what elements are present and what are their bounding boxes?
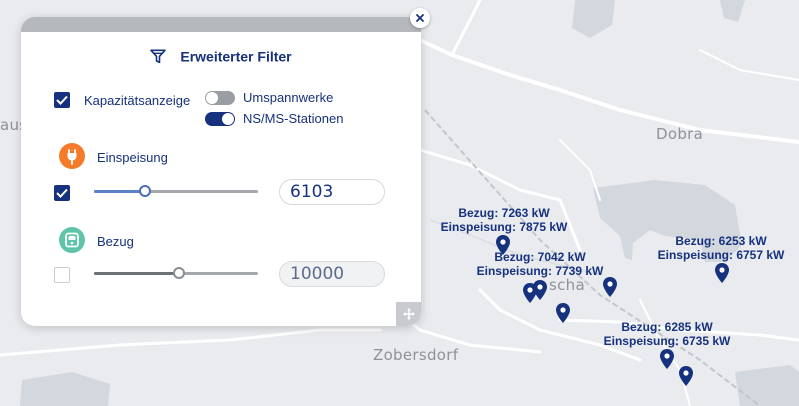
map-pin-icon[interactable] — [679, 366, 693, 386]
callout-einspeisung: Einspeisung: 7739 kW — [476, 264, 604, 278]
slider-thumb[interactable] — [138, 185, 151, 197]
panel-drag-bar[interactable] — [21, 17, 421, 32]
filter-icon — [150, 49, 167, 64]
kapazitaet-label: Kapazitätsanzeige — [84, 93, 191, 108]
ns-ms-stationen-toggle[interactable] — [205, 112, 235, 126]
callout-einspeisung: Einspeisung: 6735 kW — [603, 334, 731, 348]
callout-einspeisung: Einspeisung: 6757 kW — [657, 248, 785, 262]
bezug-label: Bezug — [97, 234, 134, 249]
einspeisung-value-input[interactable] — [279, 179, 385, 205]
map-callout: Bezug: 6253 kW Einspeisung: 6757 kW — [653, 234, 789, 262]
close-icon[interactable] — [410, 8, 430, 28]
map-callout: Bezug: 6285 kW Einspeisung: 6735 kW — [599, 320, 735, 348]
einspeisung-slider[interactable] — [94, 185, 258, 199]
callout-bezug: Bezug: 6253 kW — [675, 234, 767, 248]
move-icon[interactable] — [396, 302, 421, 326]
map-label-zobersdorf: Zobersdorf — [373, 346, 459, 364]
einspeisung-label: Einspeisung — [97, 150, 168, 165]
map-callout: Bezug: 7263 kW Einspeisung: 7875 kW — [436, 206, 572, 234]
map-pin-icon[interactable] — [603, 277, 617, 297]
callout-bezug: Bezug: 7263 kW — [458, 206, 550, 220]
map-pin-icon[interactable] — [533, 280, 547, 300]
einspeisung-checkbox[interactable] — [54, 185, 70, 201]
callout-einspeisung: Einspeisung: 7875 kW — [440, 220, 568, 234]
bezug-value-input[interactable] — [279, 261, 385, 287]
callout-bezug: Bezug: 6285 kW — [621, 320, 713, 334]
panel-title: Erweiterter Filter — [21, 47, 421, 65]
map-pin-icon[interactable] — [660, 349, 674, 369]
map-label-scha: scha — [549, 276, 585, 294]
meter-icon — [59, 227, 85, 253]
map-label-dobra: Dobra — [656, 125, 704, 143]
bezug-slider[interactable] — [94, 267, 258, 281]
plug-icon — [59, 143, 85, 169]
slider-thumb[interactable] — [173, 267, 186, 279]
umspannwerke-toggle[interactable] — [205, 91, 235, 105]
bezug-checkbox[interactable] — [54, 267, 70, 283]
kapazitaet-checkbox[interactable] — [54, 92, 70, 108]
panel-title-text: Erweiterter Filter — [180, 48, 292, 65]
callout-bezug: Bezug: 7042 kW — [494, 250, 586, 264]
map-callout: Bezug: 7042 kW Einspeisung: 7739 kW — [472, 250, 608, 278]
ns-ms-stationen-label: NS/MS-Stationen — [243, 111, 344, 126]
map-pin-icon[interactable] — [556, 303, 570, 323]
filter-panel: Erweiterter Filter Kapazitätsanzeige Ums… — [21, 17, 421, 326]
umspannwerke-label: Umspannwerke — [243, 90, 334, 105]
map-pin-icon[interactable] — [715, 263, 729, 283]
